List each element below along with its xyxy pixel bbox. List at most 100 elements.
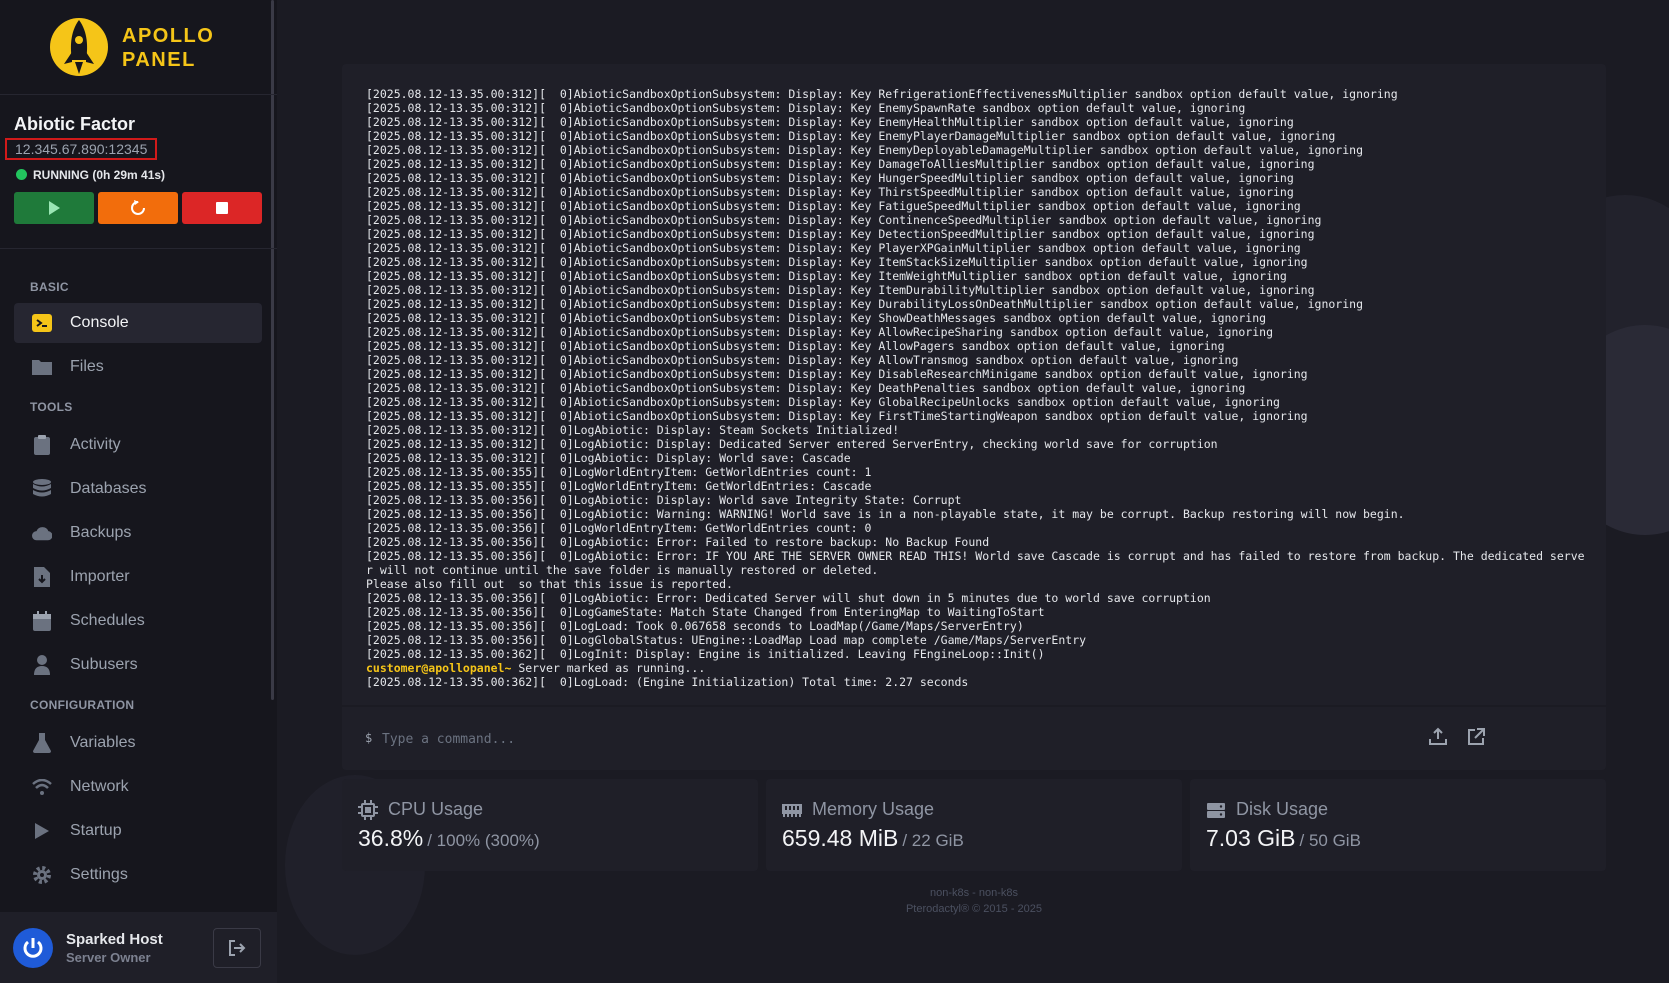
console-line: [2025.08.12-13.35.00:312][ 0]AbioticSand… <box>366 213 1322 227</box>
console-line: [2025.08.12-13.35.00:312][ 0]AbioticSand… <box>366 143 1363 157</box>
gear-icon <box>32 865 52 885</box>
console-line: [2025.08.12-13.35.00:356][ 0]LogGameStat… <box>366 605 1045 619</box>
disk-usage-value-row: 7.03 GiB/ 50 GiB <box>1206 825 1361 852</box>
cloud-icon <box>32 523 52 543</box>
console-line: [2025.08.12-13.35.00:356][ 0]LogLoad: To… <box>366 619 1024 633</box>
footer-copyright[interactable]: Pterodactyl® © 2015 - 2025 <box>342 903 1606 915</box>
user-icon <box>32 655 52 675</box>
sidebar-item-backups[interactable]: Backups <box>14 513 262 553</box>
disk-usage-card: Disk Usage 7.03 GiB/ 50 GiB <box>1190 779 1606 871</box>
status-dot-icon <box>16 169 27 180</box>
play-icon <box>49 201 60 215</box>
command-bar: $ <box>342 707 1606 770</box>
console-line: [2025.08.12-13.35.00:356][ 0]LogAbiotic:… <box>366 507 1405 521</box>
wifi-icon <box>32 777 52 797</box>
sidebar-item-subusers[interactable]: Subusers <box>14 645 262 685</box>
server-status: RUNNING (0h 29m 41s) <box>16 168 165 182</box>
console-line: [2025.08.12-13.35.00:312][ 0]LogAbiotic:… <box>366 423 900 437</box>
sidebar: APOLLO PANEL Abiotic Factor 12.345.67.89… <box>0 0 277 983</box>
console-line: Please also fill out so that this issue … <box>366 577 733 591</box>
sidebar-item-console[interactable]: Console <box>14 303 262 343</box>
memory-usage-value-row: 659.48 MiB/ 22 GiB <box>782 825 964 852</box>
console-output[interactable]: [2025.08.12-13.35.00:312][ 0]AbioticSand… <box>342 64 1606 705</box>
console-icon <box>32 313 52 333</box>
sidebar-item-files[interactable]: Files <box>14 347 262 387</box>
console-line: [2025.08.12-13.35.00:312][ 0]AbioticSand… <box>366 171 1294 185</box>
command-input[interactable] <box>380 724 1384 754</box>
sidebar-item-label: Console <box>70 314 129 331</box>
server-address[interactable]: 12.345.67.890:12345 <box>5 138 157 160</box>
sidebar-item-schedules[interactable]: Schedules <box>14 601 262 641</box>
console-line: [2025.08.12-13.35.00:312][ 0]AbioticSand… <box>366 269 1287 283</box>
user-name: Sparked Host <box>66 931 163 948</box>
console-line: [2025.08.12-13.35.00:355][ 0]LogWorldEnt… <box>366 465 872 479</box>
flask-icon <box>32 733 52 753</box>
user-bar: Sparked Host Server Owner <box>0 912 277 983</box>
console-line: [2025.08.12-13.35.00:312][ 0]AbioticSand… <box>366 129 1336 143</box>
console-line: [2025.08.12-13.35.00:312][ 0]AbioticSand… <box>366 395 1280 409</box>
upload-icon[interactable] <box>1428 727 1448 747</box>
sidebar-item-label: Variables <box>70 734 136 751</box>
restart-icon <box>131 200 145 215</box>
rocket-logo-icon <box>50 18 108 76</box>
sidebar-item-variables[interactable]: Variables <box>14 723 262 763</box>
console-line: [2025.08.12-13.35.00:312][ 0]AbioticSand… <box>366 367 1308 381</box>
footer-env: non-k8s - non-k8s <box>929 887 1019 899</box>
external-link-icon[interactable] <box>1466 727 1486 747</box>
console-line: [2025.08.12-13.35.00:312][ 0]AbioticSand… <box>366 185 1294 199</box>
section-label-configuration: CONFIGURATION <box>30 698 135 712</box>
console-line: [2025.08.12-13.35.00:312][ 0]AbioticSand… <box>366 339 1225 353</box>
section-label-basic: BASIC <box>30 280 69 294</box>
avatar[interactable] <box>13 928 53 968</box>
disk-usage-max: / 50 GiB <box>1299 831 1361 850</box>
console-line: [2025.08.12-13.35.00:356][ 0]LogWorldEnt… <box>366 521 872 535</box>
logout-icon <box>229 940 246 956</box>
memory-usage-value: 659.48 MiB <box>782 825 899 851</box>
console-line: [2025.08.12-13.35.00:312][ 0]AbioticSand… <box>366 255 1308 269</box>
cpu-icon <box>358 800 378 820</box>
server-name: Abiotic Factor <box>14 114 136 134</box>
clipboard-icon <box>32 435 52 455</box>
console-line: [2025.08.12-13.35.00:312][ 0]AbioticSand… <box>366 241 1301 255</box>
sidebar-item-importer[interactable]: Importer <box>14 557 262 597</box>
restart-button[interactable] <box>98 192 178 224</box>
section-label-tools: TOOLS <box>30 400 73 414</box>
console-last-line: [2025.08.12-13.35.00:362][ 0]LogLoad: (E… <box>366 675 969 689</box>
console-line: [2025.08.12-13.35.00:312][ 0]AbioticSand… <box>366 409 1308 423</box>
cpu-usage-value: 36.8% <box>358 825 424 851</box>
console-line: [2025.08.12-13.35.00:312][ 0]AbioticSand… <box>366 87 1398 101</box>
start-button[interactable] <box>14 192 94 224</box>
command-prefix: $ <box>365 731 373 745</box>
logout-button[interactable] <box>213 928 261 968</box>
stop-button[interactable] <box>182 192 262 224</box>
sidebar-item-databases[interactable]: Databases <box>14 469 262 509</box>
console-line: [2025.08.12-13.35.00:312][ 0]AbioticSand… <box>366 115 1294 129</box>
console-line: [2025.08.12-13.35.00:356][ 0]LogGlobalSt… <box>366 633 1087 647</box>
disk-usage-value: 7.03 GiB <box>1206 825 1296 851</box>
calendar-icon <box>32 611 52 631</box>
divider <box>0 94 277 95</box>
sidebar-item-activity[interactable]: Activity <box>14 425 262 465</box>
database-icon <box>32 479 52 499</box>
cpu-usage-card: CPU Usage 36.8%/ 100% (300%) <box>342 779 758 871</box>
memory-usage-card: Memory Usage 659.48 MiB/ 22 GiB <box>766 779 1182 871</box>
prompt-user: customer@apollopanel~ <box>366 661 512 675</box>
brand-logo[interactable]: APOLLO PANEL <box>50 14 270 80</box>
memory-usage-max: / 22 GiB <box>902 831 964 850</box>
prompt-text: Server marked as running... <box>511 661 706 675</box>
divider <box>0 248 277 249</box>
console-line: [2025.08.12-13.35.00:356][ 0]LogAbiotic:… <box>366 535 990 549</box>
sidebar-scrollbar[interactable] <box>271 0 274 700</box>
disk-usage-title: Disk Usage <box>1236 799 1329 819</box>
sidebar-item-label: Databases <box>70 480 147 497</box>
cpu-usage-max: / 100% (300%) <box>427 831 540 850</box>
sidebar-item-label: Settings <box>70 866 128 883</box>
console-line: [2025.08.12-13.35.00:312][ 0]LogAbiotic:… <box>366 437 1218 451</box>
sidebar-item-settings[interactable]: Settings <box>14 855 262 895</box>
play-icon <box>32 821 52 841</box>
console-line: [2025.08.12-13.35.00:356][ 0]LogAbiotic:… <box>366 493 962 507</box>
cpu-usage-value-row: 36.8%/ 100% (300%) <box>358 825 540 852</box>
sidebar-item-startup[interactable]: Startup <box>14 811 262 851</box>
sidebar-item-network[interactable]: Network <box>14 767 262 807</box>
sidebar-item-label: Network <box>70 778 129 795</box>
